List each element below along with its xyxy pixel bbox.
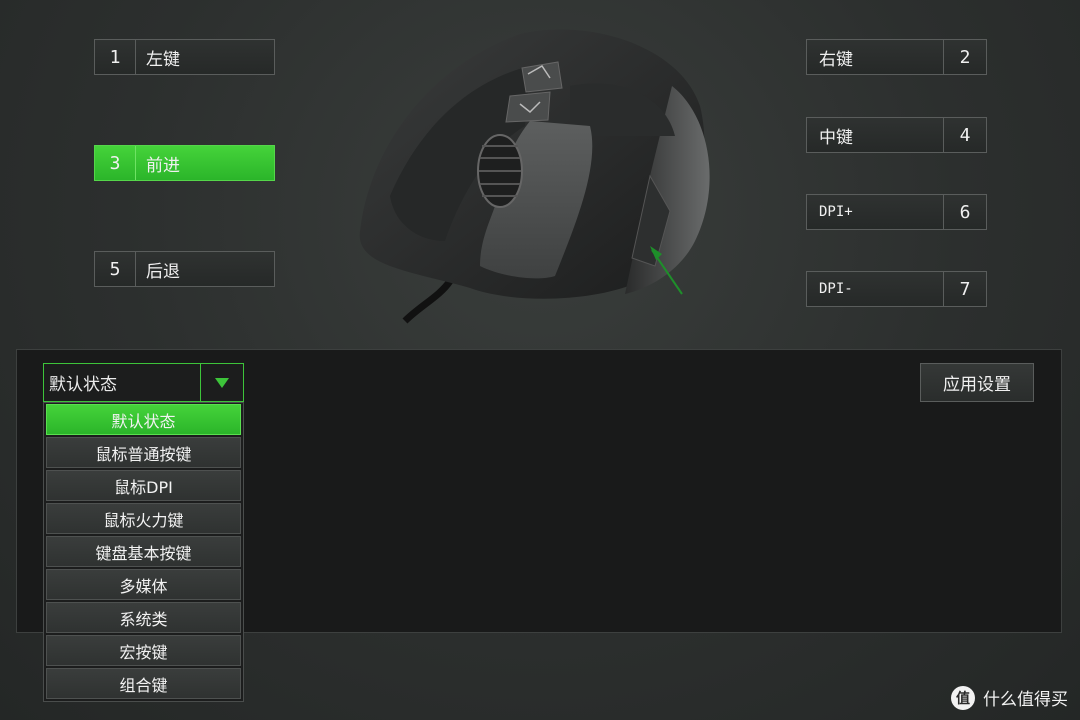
button-label: DPI+ <box>819 204 853 220</box>
button-number: 6 <box>959 201 971 223</box>
button-number: 4 <box>959 124 971 146</box>
watermark-logo-icon: 值 <box>951 685 975 710</box>
button-slot-5[interactable]: 5 后退 <box>94 251 275 287</box>
dropdown-option[interactable]: 系统类 <box>46 602 241 633</box>
dropdown-option[interactable]: 鼠标DPI <box>46 470 241 501</box>
button-label: 中键 <box>819 127 853 148</box>
apply-settings-button[interactable]: 应用设置 <box>920 363 1034 402</box>
button-number: 2 <box>959 46 971 68</box>
dropdown-option[interactable]: 鼠标火力键 <box>46 503 241 534</box>
mouse-image <box>359 29 710 324</box>
dropdown-option[interactable]: 组合键 <box>46 668 241 699</box>
watermark-text: 什么值得买 <box>983 690 1068 710</box>
button-label: 后退 <box>146 261 180 282</box>
button-slot-6[interactable]: DPI+ 6 <box>806 194 987 230</box>
button-slot-1[interactable]: 1 左键 <box>94 39 275 75</box>
button-label: 左键 <box>146 49 180 70</box>
dropdown-option[interactable]: 多媒体 <box>46 569 241 600</box>
watermark: 值 什么值得买 <box>951 685 1068 710</box>
button-slot-4[interactable]: 中键 4 <box>806 117 987 153</box>
button-number: 1 <box>109 46 121 68</box>
button-label: 右键 <box>819 49 853 70</box>
dropdown-arrow-icon[interactable] <box>201 377 243 389</box>
button-number: 7 <box>959 278 971 300</box>
mouse-illustration <box>350 26 730 326</box>
dropdown-option[interactable]: 宏按键 <box>46 635 241 666</box>
button-slot-7[interactable]: DPI- 7 <box>806 271 987 307</box>
dropdown-option[interactable]: 鼠标普通按键 <box>46 437 241 468</box>
dropdown-option[interactable]: 键盘基本按键 <box>46 536 241 567</box>
button-slot-3[interactable]: 3 前进 <box>94 145 275 181</box>
button-label: DPI- <box>819 281 853 297</box>
button-slot-2[interactable]: 右键 2 <box>806 39 987 75</box>
dropdown-option[interactable]: 默认状态 <box>46 404 241 435</box>
button-label: 前进 <box>146 155 180 176</box>
function-select-value: 默认状态 <box>49 375 117 395</box>
function-select[interactable]: 默认状态 <box>43 363 244 402</box>
button-number: 5 <box>109 258 121 280</box>
function-dropdown-list: 默认状态 鼠标普通按键 鼠标DPI 鼠标火力键 键盘基本按键 多媒体 系统类 宏… <box>43 402 244 702</box>
button-number: 3 <box>109 152 121 174</box>
